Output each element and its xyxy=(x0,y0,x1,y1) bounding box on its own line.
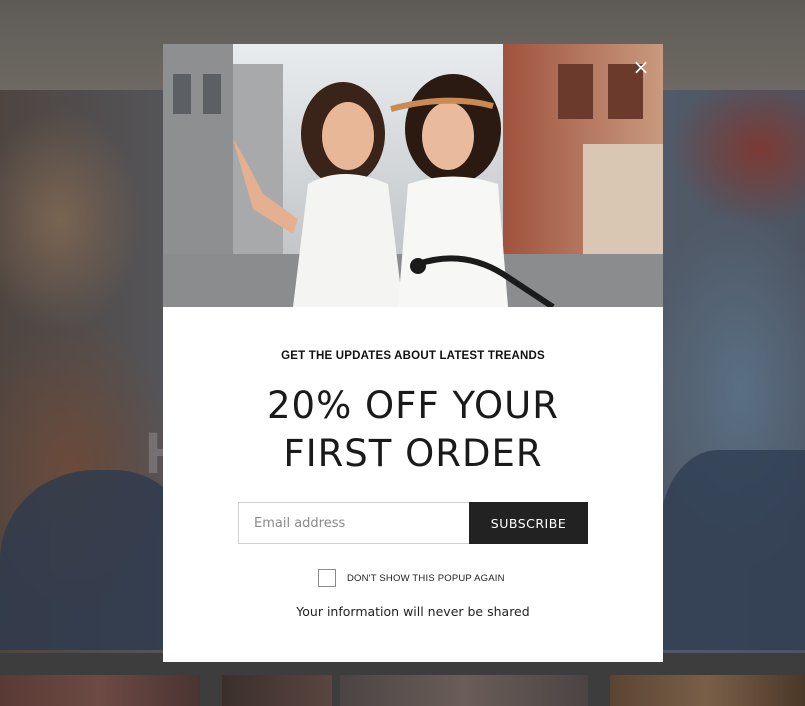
headline-line-2: FIRST ORDER xyxy=(283,432,543,475)
background-product-thumbnail xyxy=(0,675,200,706)
background-product-thumbnail xyxy=(340,675,588,706)
newsletter-popup: × GET THE UPDATES ABOUT LATEST TREANDS 2… xyxy=(163,44,663,662)
privacy-note: Your information will never be shared xyxy=(296,604,530,619)
headline-line-1: 20% OFF YOUR xyxy=(267,384,559,427)
dont-show-again-checkbox[interactable] xyxy=(318,569,336,587)
background-product-thumbnail xyxy=(610,675,805,706)
background-hero-figure-right xyxy=(660,450,805,650)
background-hero-figure-left xyxy=(0,470,190,650)
email-input[interactable] xyxy=(238,502,469,544)
popup-headline: 20% OFF YOUR FIRST ORDER xyxy=(163,382,663,478)
dont-show-again-label[interactable]: DON'T SHOW THIS POPUP AGAIN xyxy=(347,573,505,584)
close-popup-button[interactable]: × xyxy=(630,56,652,78)
popup-hero-image xyxy=(163,44,663,307)
subscribe-button[interactable]: SUBSCRIBE xyxy=(469,502,588,544)
background-product-thumbnail xyxy=(222,675,332,706)
dont-show-again-row: DON'T SHOW THIS POPUP AGAIN xyxy=(318,569,505,587)
close-icon: × xyxy=(632,55,650,79)
popup-eyebrow-text: GET THE UPDATES ABOUT LATEST TREANDS xyxy=(281,350,545,362)
subscribe-form: SUBSCRIBE xyxy=(238,502,588,544)
